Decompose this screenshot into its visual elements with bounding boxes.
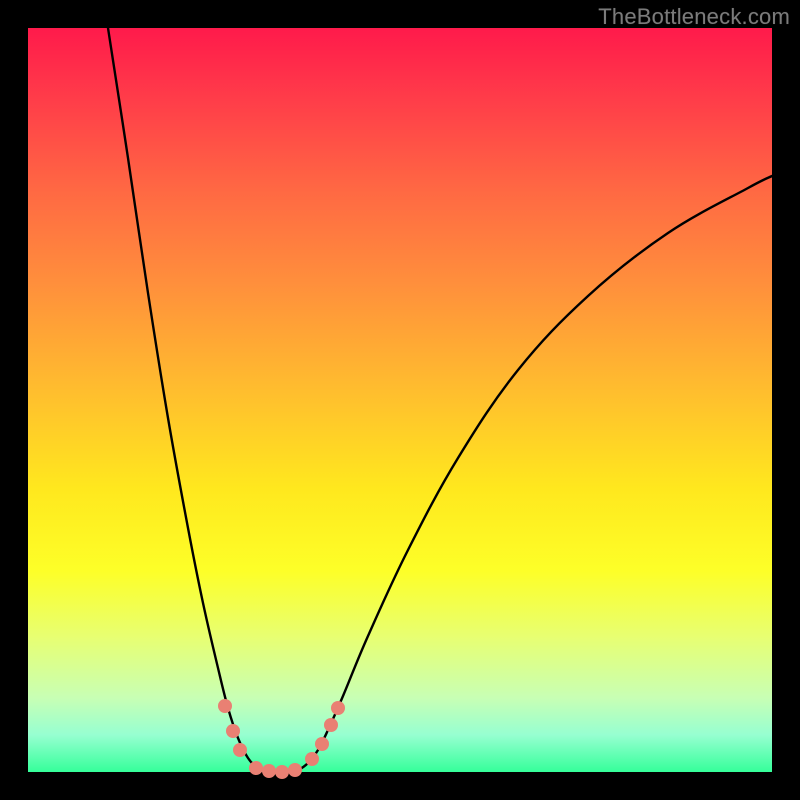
marker-dot <box>305 752 319 766</box>
marker-dot <box>262 764 276 778</box>
marker-dot <box>249 761 263 775</box>
marker-dot <box>331 701 345 715</box>
chart-frame: TheBottleneck.com <box>0 0 800 800</box>
marker-dot <box>288 763 302 777</box>
near-bottom-dots <box>218 699 345 779</box>
plot-area <box>28 28 772 772</box>
watermark-label: TheBottleneck.com <box>598 4 790 30</box>
marker-dot <box>315 737 329 751</box>
curve-svg <box>28 28 772 772</box>
marker-dot <box>275 765 289 779</box>
marker-dot <box>218 699 232 713</box>
marker-dot <box>324 718 338 732</box>
marker-dot <box>233 743 247 757</box>
bottleneck-curve <box>108 28 772 772</box>
marker-dot <box>226 724 240 738</box>
